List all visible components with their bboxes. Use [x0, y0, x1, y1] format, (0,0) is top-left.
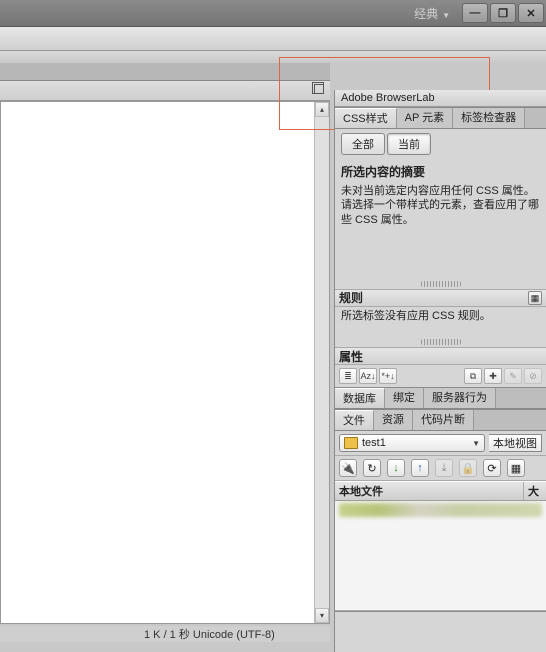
tab-snippets[interactable]: 代码片断	[413, 410, 474, 430]
props-toolbar: ≣ Aᴢ↓ *+↓ ⧉ ✚ ✎ ⊘	[335, 365, 546, 387]
design-canvas[interactable]: ▴ ▾	[0, 101, 330, 624]
sort-az-icon[interactable]: Aᴢ↓	[359, 368, 377, 384]
css-mode-current[interactable]: 当前	[387, 133, 431, 155]
css-tab-row: CSS样式 AP 元素 标签检查器	[335, 108, 546, 129]
vertical-scrollbar[interactable]: ▴ ▾	[314, 102, 329, 623]
panel-resize-grip[interactable]	[421, 281, 461, 287]
checkin-icon: 🔒	[459, 459, 477, 477]
bindings-panel: 数据库 绑定 服务器行为	[335, 388, 546, 410]
scroll-up-icon[interactable]: ▴	[315, 102, 329, 117]
folder-icon	[344, 437, 358, 449]
document-area: ▴ ▾ 1 K / 1 秒 Unicode (UTF-8)	[0, 63, 330, 642]
expand-icon[interactable]: ▦	[507, 459, 525, 477]
tab-databases[interactable]: 数据库	[335, 388, 385, 408]
restore-window-icon[interactable]	[314, 84, 324, 94]
tab-files[interactable]: 文件	[335, 410, 374, 430]
app-toolbar-1	[0, 27, 546, 51]
tab-tag-inspector[interactable]: 标签检查器	[453, 108, 525, 128]
summary-heading: 所选内容的摘要	[335, 159, 546, 182]
files-tree[interactable]	[335, 501, 546, 611]
cascade-icon[interactable]: ≣	[339, 368, 357, 384]
files-toolbar: 🔌 ↻ ↓ ↑ ⤓ 🔒 ⟳ ▦	[335, 456, 546, 481]
summary-body: 未对当前选定内容应用任何 CSS 属性。 请选择一个带样式的元素，查看应用了哪些…	[335, 182, 546, 233]
status-bar: 1 K / 1 秒 Unicode (UTF-8)	[0, 626, 330, 642]
connect-icon[interactable]: 🔌	[339, 459, 357, 477]
new-rule-icon[interactable]: ✚	[484, 368, 502, 384]
tab-ap-elements[interactable]: AP 元素	[397, 108, 454, 128]
set-props-icon[interactable]: *+↓	[379, 368, 397, 384]
title-bar: 经典▼ — ❐ ✕	[0, 0, 546, 27]
list-item	[335, 501, 546, 519]
tab-css-styles[interactable]: CSS样式	[335, 108, 397, 128]
files-panel: 文件 资源 代码片断 test1 ▼ 本地视图 🔌 ↻ ↓ ↑ ⤓ 🔒 ⟳ ▦ …	[335, 410, 546, 612]
disable-rule-icon: ⊘	[524, 368, 542, 384]
browserlab-panel: Adobe BrowserLab	[335, 90, 546, 108]
chevron-down-icon: ▼	[472, 439, 480, 448]
restore-button[interactable]: ❐	[490, 3, 516, 23]
rules-heading: 规则	[339, 289, 363, 306]
minimize-button[interactable]: —	[462, 3, 488, 23]
site-select[interactable]: test1 ▼	[339, 434, 485, 452]
panel-resize-grip-2[interactable]	[421, 339, 461, 345]
css-mode-all[interactable]: 全部	[341, 133, 385, 155]
app-toolbar-2	[0, 51, 546, 63]
tab-bindings[interactable]: 绑定	[385, 388, 424, 408]
scroll-down-icon[interactable]: ▾	[315, 608, 329, 623]
sync-icon[interactable]: ⟳	[483, 459, 501, 477]
tab-assets[interactable]: 资源	[374, 410, 413, 430]
files-header[interactable]: 本地文件 大	[335, 481, 546, 501]
panel-title-browserlab[interactable]: Adobe BrowserLab	[335, 90, 546, 107]
site-name: test1	[362, 437, 386, 449]
refresh-icon[interactable]: ↻	[363, 459, 381, 477]
props-heading: 属性	[339, 348, 363, 365]
attach-style-icon[interactable]: ⧉	[464, 368, 482, 384]
checkout-icon: ⤓	[435, 459, 453, 477]
col-size[interactable]: 大	[524, 482, 546, 500]
edit-rule-icon: ✎	[504, 368, 522, 384]
css-styles-panel: CSS样式 AP 元素 标签检查器 全部 当前 所选内容的摘要 未对当前选定内容…	[335, 108, 546, 388]
rules-options-icon[interactable]: ▦	[528, 291, 542, 305]
view-select[interactable]: 本地视图	[489, 434, 542, 452]
tab-server-behaviors[interactable]: 服务器行为	[424, 388, 496, 408]
workspace-switcher[interactable]: 经典▼	[408, 3, 456, 24]
document-tab-bar[interactable]	[0, 63, 330, 81]
rules-body: 所选标签没有应用 CSS 规则。	[335, 307, 546, 329]
close-button[interactable]: ✕	[518, 3, 544, 23]
chevron-down-icon: ▼	[442, 11, 450, 20]
col-local-files[interactable]: 本地文件	[335, 482, 524, 500]
document-toolbar	[0, 81, 330, 101]
get-icon[interactable]: ↓	[387, 459, 405, 477]
put-icon[interactable]: ↑	[411, 459, 429, 477]
panel-column: Adobe BrowserLab CSS样式 AP 元素 标签检查器 全部 当前…	[334, 90, 546, 652]
